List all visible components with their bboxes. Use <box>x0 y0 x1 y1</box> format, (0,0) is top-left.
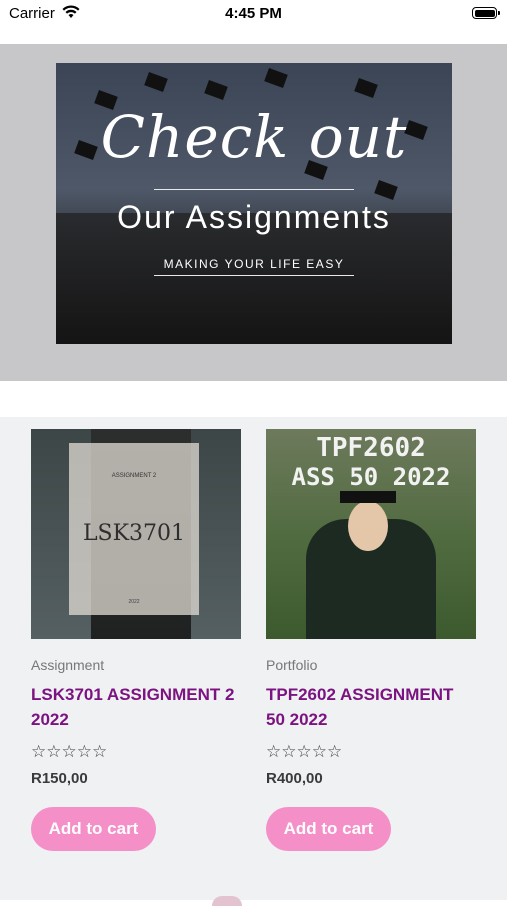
status-bar: Carrier 4:45 PM <box>0 0 507 30</box>
banner-subtitle: Our Assignments <box>117 199 391 235</box>
product-title[interactable]: LSK3701 ASSIGNMENT 2 2022 <box>31 682 241 732</box>
hero-section: Check out Our Assignments MAKING YOUR LI… <box>0 44 507 381</box>
battery-icon <box>472 7 500 19</box>
banner-title: Check out <box>100 103 408 171</box>
banner-divider <box>154 189 354 190</box>
product-image-code: TPF2602 <box>316 433 426 463</box>
banner-tagline: MAKING YOUR LIFE EASY <box>163 257 345 271</box>
product-image-caption: ASS 50 2022 <box>291 463 451 491</box>
add-to-cart-button[interactable]: Add to cart <box>266 807 391 851</box>
add-to-cart-button[interactable]: Add to cart <box>31 807 156 851</box>
product-price: R150,00 <box>31 770 88 787</box>
scroll-indicator <box>212 896 242 906</box>
product-card: ASSIGNMENT 2 LSK3701 2022 Assignment LSK… <box>31 429 241 851</box>
product-image-caption: ASSIGNMENT 2 <box>111 473 157 479</box>
hero-banner-image[interactable]: Check out Our Assignments MAKING YOUR LI… <box>56 63 452 344</box>
product-image-code: LSK3701 <box>82 521 186 546</box>
product-grid: ASSIGNMENT 2 LSK3701 2022 Assignment LSK… <box>0 417 507 900</box>
product-category[interactable]: Portfolio <box>266 657 476 673</box>
product-title[interactable]: TPF2602 ASSIGNMENT 50 2022 <box>266 682 476 732</box>
clock: 4:45 PM <box>225 5 282 22</box>
product-card: TPF2602 ASS 50 2022 Portfolio TPF2602 AS… <box>266 429 476 851</box>
product-price: R400,00 <box>266 770 323 787</box>
product-image-year: 2022 <box>128 599 140 605</box>
rating-stars-icon: ☆☆☆☆☆ <box>31 742 108 761</box>
product-image[interactable]: TPF2602 ASS 50 2022 <box>266 429 476 639</box>
rating-stars-icon: ☆☆☆☆☆ <box>266 742 343 761</box>
product-category[interactable]: Assignment <box>31 657 241 673</box>
product-image[interactable]: ASSIGNMENT 2 LSK3701 2022 <box>31 429 241 639</box>
banner-divider-lower <box>154 275 354 276</box>
